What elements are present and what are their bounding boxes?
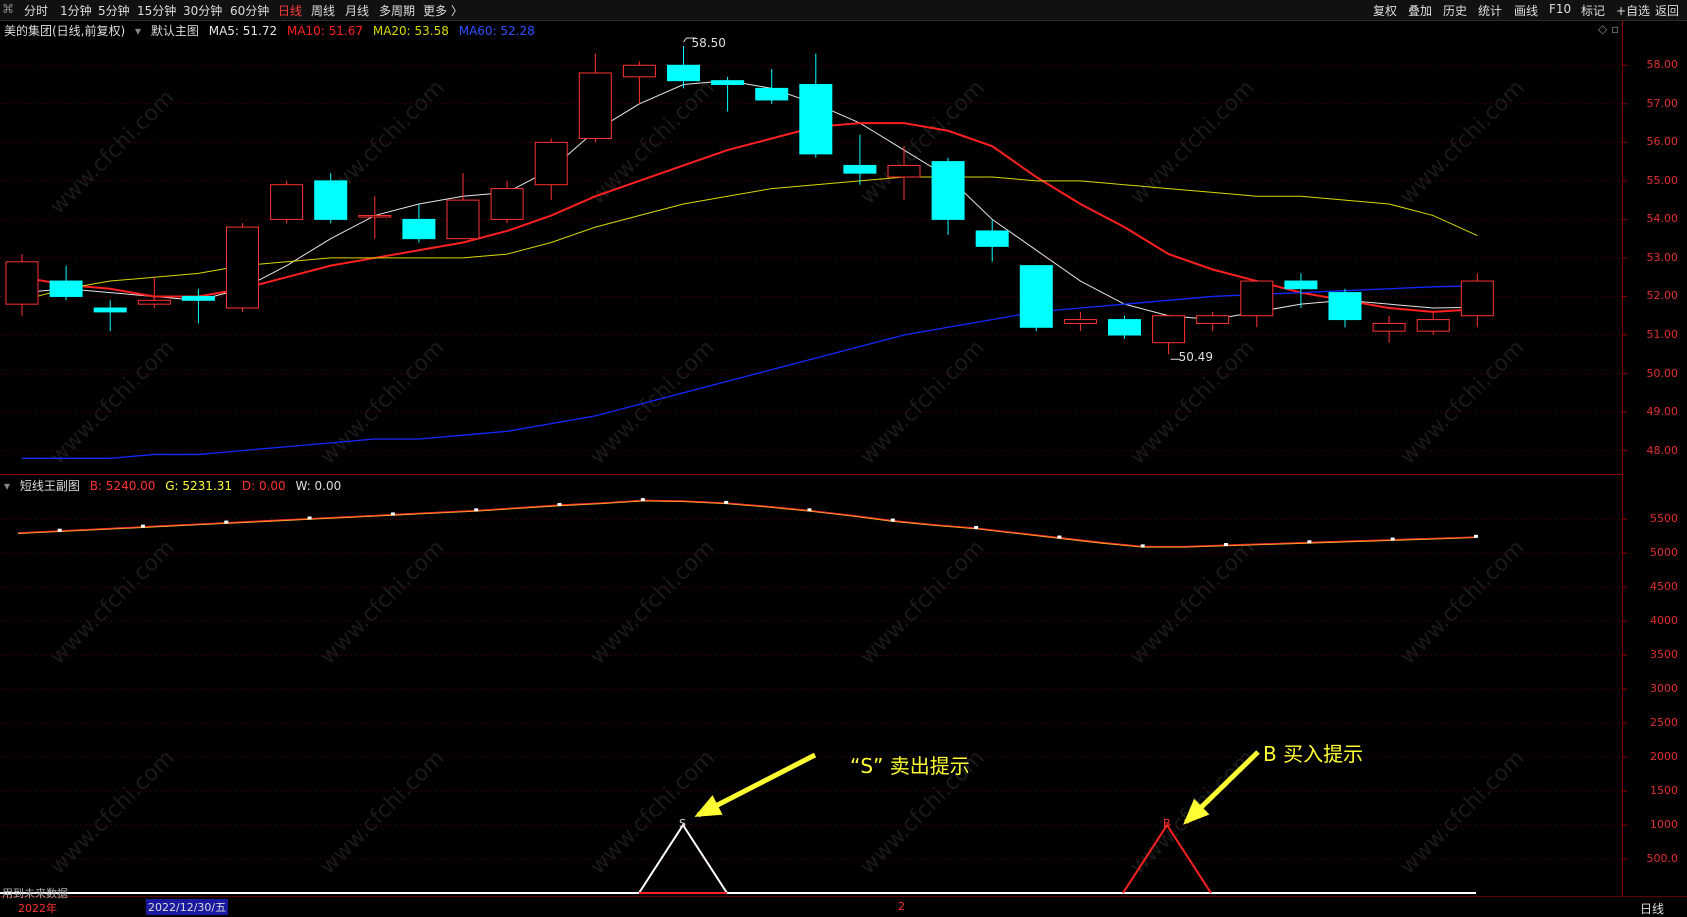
candle-body (137, 299, 171, 305)
y-tick-label: 52.00 (1646, 289, 1679, 303)
candle-body (622, 64, 656, 78)
b-dot (474, 508, 479, 512)
candle-body (1063, 319, 1097, 324)
sub-y-tick-label: 2500 (1650, 716, 1678, 730)
candle-body (887, 164, 921, 178)
b-dot (1474, 534, 1478, 538)
b-dot (1307, 540, 1312, 544)
b-dot (57, 528, 62, 532)
candle-body (578, 72, 612, 139)
candle-body (49, 280, 83, 297)
candle-body (226, 226, 259, 309)
candle-body (1284, 280, 1318, 290)
buy-signal-letter: B (1163, 817, 1171, 831)
sub-y-tick-label: 3500 (1650, 648, 1678, 662)
month-label: 2 (898, 900, 905, 913)
candle-body (755, 87, 789, 101)
y-tick-label: 50.00 (1646, 366, 1679, 380)
y-tick-label: 53.00 (1646, 250, 1679, 264)
period-label[interactable]: 日线 (1640, 900, 1664, 917)
candle-body (799, 84, 833, 155)
b-dot (890, 518, 895, 522)
b-dot (1390, 537, 1395, 541)
signal-triangle-s (638, 823, 728, 894)
y-tick-label: 56.00 (1646, 135, 1679, 149)
sub-y-tick-label: 5500 (1650, 512, 1678, 526)
y-tick-label: 54.00 (1646, 212, 1679, 226)
sub-y-tick-label: 5000 (1650, 546, 1678, 560)
time-axis-bar: 用到未来数据 2022年 2022/12/30/五 2 日线 (0, 887, 1687, 917)
sub-y-tick-label: 4500 (1650, 580, 1678, 594)
high-price-text: 58.50 (691, 36, 726, 50)
sub-y-tick-label: 4000 (1650, 614, 1678, 628)
b-dot (807, 508, 812, 512)
candle-body (314, 180, 348, 220)
candle-body (1108, 319, 1141, 336)
chart-canvas (0, 37, 1627, 894)
candle-body (93, 307, 127, 313)
candle-body (358, 215, 392, 218)
b-dot (307, 516, 312, 520)
candle-body (1328, 292, 1362, 321)
candle-body (1416, 319, 1450, 332)
candle-body (181, 295, 215, 301)
candle-body (534, 141, 568, 186)
candle-body (1196, 315, 1230, 324)
y-tick-label: 58.00 (1646, 58, 1679, 72)
candle-body (490, 188, 524, 220)
candle-body (1460, 280, 1494, 317)
candle-body (270, 184, 304, 220)
y-tick-label: 48.00 (1646, 443, 1679, 457)
high-price-marker: 58.50 (692, 36, 732, 50)
g-line (17, 500, 1477, 548)
future-data-note: 用到未来数据 (2, 887, 68, 900)
b-dot (1224, 543, 1229, 547)
sub-y-tick-label: 1500 (1650, 784, 1678, 798)
candle-body (711, 80, 745, 86)
candle-body (5, 261, 39, 305)
sub-y-tick-label: 2000 (1650, 750, 1678, 764)
candle-body (402, 218, 436, 240)
sub-y-tick-label: 500.0 (1646, 852, 1679, 866)
b-dot (557, 502, 562, 506)
sub-y-tick-label: 1000 (1650, 818, 1678, 832)
sell-hint-label: “S” 卖出提示 (850, 754, 970, 778)
candle-body (975, 230, 1009, 247)
sub-y-tick-label: 3000 (1650, 682, 1678, 696)
b-dot (1140, 544, 1145, 548)
b-dot (974, 526, 979, 530)
low-price-text: 50.49 (1178, 350, 1213, 365)
y-tick-label: 57.00 (1646, 96, 1679, 110)
b-dot (640, 498, 645, 502)
candle-body (931, 161, 965, 220)
cursor-date: 2022/12/30/五 (146, 899, 229, 915)
candle-body (1240, 280, 1274, 317)
candle-body (1019, 265, 1053, 328)
y-tick-label: 51.00 (1646, 327, 1679, 341)
b-dot (390, 512, 395, 516)
low-price-marker: 50.49 (1179, 350, 1219, 364)
y-tick-label: 55.00 (1646, 173, 1679, 187)
sell-signal-letter: S (679, 817, 686, 831)
year-label: 2022年 (18, 902, 57, 915)
candle-body (1372, 322, 1406, 332)
candle-body (1152, 315, 1186, 344)
candle-body (843, 164, 877, 174)
b-dot (140, 524, 145, 528)
buy-hint-label: B 买入提示 (1263, 742, 1364, 766)
b-dot (724, 500, 729, 504)
b-dot (1057, 535, 1062, 539)
candle-body (446, 199, 480, 240)
candle-body (667, 64, 700, 82)
b-dot (224, 520, 229, 524)
y-tick-label: 49.00 (1646, 405, 1679, 419)
